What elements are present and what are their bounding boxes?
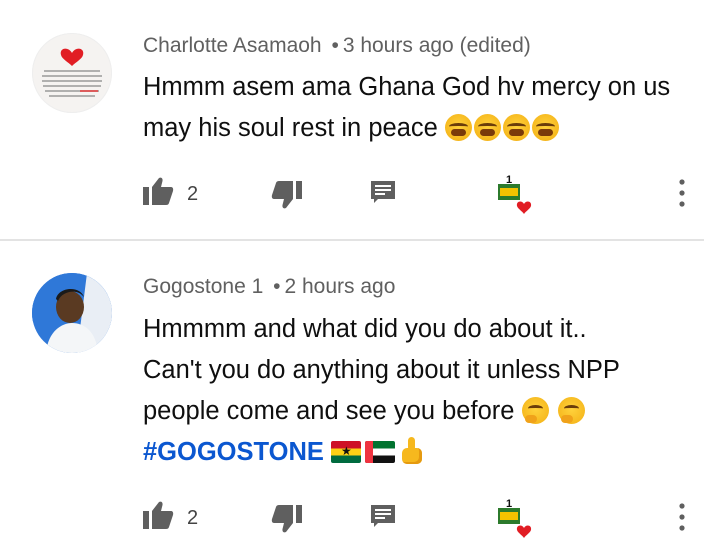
comment-line: people come and see you before: [143, 391, 688, 432]
like-count: 2: [187, 183, 199, 205]
crying-face-icon: [444, 114, 472, 141]
comment-text: Hmmmm and what did you do about it.. Can…: [143, 309, 688, 473]
separator: •: [331, 34, 339, 57]
comment-meta: Gogostone 1 • 2 hours ago: [143, 275, 395, 299]
author-name[interactable]: Gogostone 1: [143, 275, 263, 298]
svg-text:1: 1: [506, 498, 512, 510]
hashtag-link[interactable]: #GOGOSTONE: [143, 438, 324, 466]
comment-actions: 2 1: [0, 496, 704, 538]
comment-2: Gogostone 1 • 2 hours ago Hmmmm and what …: [0, 241, 704, 538]
comment-text: Hmmm asem ama Ghana God hv mercy on us m…: [143, 67, 688, 149]
crying-face-icon: [502, 114, 530, 141]
uae-flag-icon: [365, 441, 395, 463]
avatar[interactable]: [32, 273, 112, 353]
creator-heart-icon: 1: [498, 174, 532, 214]
avatar-image: [42, 48, 102, 97]
ghana-flag-icon: [331, 441, 361, 463]
separator: •: [273, 275, 281, 298]
comment-body: Hmmm asem ama Ghana God hv mercy on us m…: [143, 73, 671, 142]
comment-line: #GOGOSTONE: [143, 432, 688, 473]
comment-meta: Charlotte Asamaoh • 3 hours ago (edited): [143, 34, 531, 58]
more-options-icon[interactable]: [677, 502, 687, 532]
dislike-icon[interactable]: [271, 180, 303, 210]
dislike-icon[interactable]: [271, 504, 303, 534]
thinking-face-icon: [557, 397, 585, 424]
like-icon[interactable]: [142, 176, 174, 206]
crying-face-icon: [473, 114, 501, 141]
creator-heart-icon: 1: [498, 498, 532, 538]
timestamp[interactable]: 3 hours ago: [343, 34, 454, 57]
comment-actions: 2 1: [0, 172, 704, 214]
comment-line: Can't you do anything about it unless NP…: [143, 356, 620, 384]
thumbs-up-emoji-icon: [399, 437, 425, 465]
crying-face-icon: [531, 114, 559, 141]
reply-icon[interactable]: [370, 504, 396, 528]
avatar-image: [32, 273, 112, 353]
thinking-face-icon: [521, 397, 549, 424]
like-count: 2: [187, 507, 199, 529]
avatar[interactable]: [32, 33, 112, 113]
svg-text:1: 1: [506, 174, 512, 186]
timestamp[interactable]: 2 hours ago: [284, 275, 395, 298]
comment-line: Hmmmm and what did you do about it..: [143, 315, 587, 343]
reply-icon[interactable]: [370, 180, 396, 204]
more-options-icon[interactable]: [677, 178, 687, 208]
author-name[interactable]: Charlotte Asamaoh: [143, 34, 322, 57]
comment-1: Charlotte Asamaoh • 3 hours ago (edited) …: [0, 0, 704, 240]
comment-line-text: people come and see you before: [143, 397, 515, 425]
like-icon[interactable]: [142, 500, 174, 530]
edited-label: (edited): [459, 34, 531, 57]
